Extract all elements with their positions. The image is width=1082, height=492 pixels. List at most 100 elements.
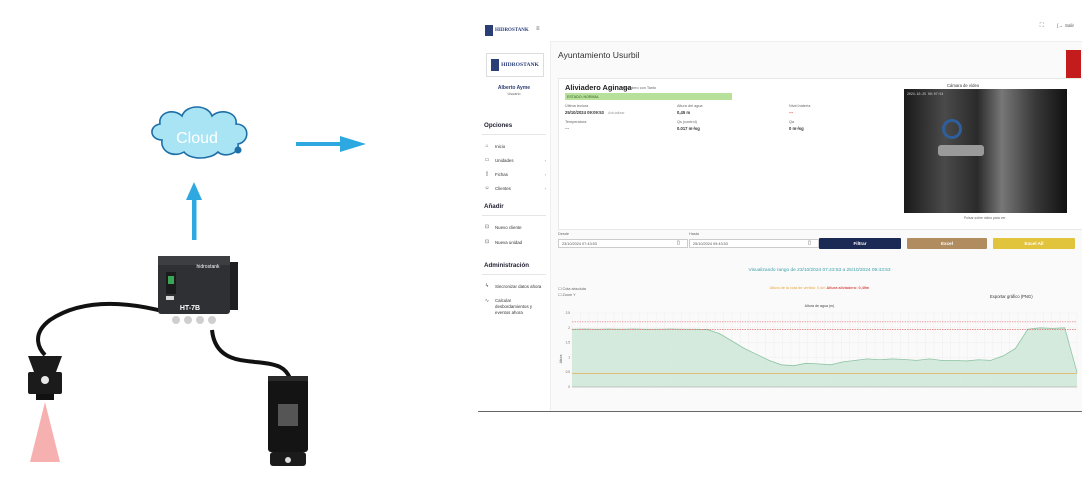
field-label-qa: Qa (789, 120, 795, 124)
field-value-qs: 0.017 m³/sg (677, 126, 700, 131)
y-tick-label: 2.5 (566, 311, 571, 315)
threshold-orange-text: Altura de la cota de vertido: 0,4m (769, 286, 826, 290)
field-label-altura: Altura del agua (677, 104, 703, 108)
data-point (891, 358, 893, 360)
system-illustration: Cloud hidrostank HT-7B (28, 106, 366, 466)
checkbox-label: Cota absoluta (562, 287, 586, 291)
data-point (1076, 371, 1078, 373)
to-label: Hasta (689, 232, 699, 236)
excel-all-button[interactable]: Excel All (993, 238, 1075, 249)
calendar-icon[interactable]: ▯ (808, 240, 811, 246)
calendar-icon[interactable]: ▯ (677, 240, 680, 246)
data-point (793, 365, 795, 367)
sidebar-item-label: Nuevo cliente (495, 224, 522, 230)
device-model: HT-7B (180, 305, 200, 312)
refresh-link[interactable]: Actualizar (608, 111, 625, 115)
data-point (978, 359, 979, 361)
admin-heading: Administración (484, 262, 530, 269)
sidebar-item-calc[interactable]: ∿ Calcular desbordamientos y eventos ahor… (484, 298, 546, 316)
to-date-input[interactable]: 25/10/2024 09:43:53 (689, 239, 819, 248)
users-icon: ☺ (484, 185, 490, 191)
data-point (817, 363, 819, 365)
radar-sensor (28, 356, 62, 400)
data-point (756, 354, 758, 355)
exit-label: Salir (1064, 23, 1074, 28)
y-axis-label: Altura (559, 354, 563, 363)
sidebar-item-label: Unidades (495, 157, 514, 163)
building-logo-icon (491, 59, 500, 71)
camera-video[interactable]: 2024-10-25 09:07:54 (904, 89, 1067, 213)
up-arrow-icon (186, 182, 202, 240)
file-icon: ▯ (485, 171, 489, 177)
logout-icon: [→ (1057, 23, 1063, 28)
water-height-chart: 0 0.5 1 1.5 2 2.5 Altura (559, 311, 1078, 389)
sidebar-item-inicio[interactable]: ⌂ Inicio (484, 143, 546, 149)
sidebar-logo: HIDROSTANK (486, 53, 544, 77)
sidebar-item-label: Clientes (495, 185, 511, 191)
field-label-bateria: Nivel batería (789, 104, 811, 108)
sidebar-item-label: Calcular desbordamientos y eventos ahora (495, 298, 533, 315)
data-point (719, 333, 721, 335)
field-value-qa: 0 m³/sg (789, 126, 804, 131)
sidebar-item-sync[interactable]: ϟ Sincronizar datos ahora (484, 283, 546, 289)
sidebar-item-clientes[interactable]: ☺ Clientes › (484, 185, 546, 191)
data-point (842, 361, 844, 363)
menu-toggle-icon[interactable]: ≡ (536, 26, 540, 32)
camera-caption: Pulsar sobre video para ver (964, 216, 1006, 220)
sidebar-item-label: Sincronizar datos ahora (495, 283, 542, 289)
export-png-button[interactable]: Exportar gráfico (PNG) (990, 294, 1033, 299)
fullscreen-icon[interactable]: ⛶ (1040, 23, 1044, 30)
top-logo: HIDROSTANK (485, 22, 531, 38)
unit-subtitle: Aliviadero con Tanto (622, 86, 657, 90)
field-label-temperatura: Temperatura (565, 120, 587, 124)
unit-card: Aliviadero Aginaga Aliviadero con Tanto … (558, 78, 1082, 230)
data-point (1002, 355, 1004, 357)
data-point (879, 359, 881, 361)
right-arrow-icon (296, 136, 366, 152)
data-point (744, 348, 745, 349)
status-badge: ESTADO: NORMAL (565, 93, 732, 100)
field-value-ultima-lectura: 25/10/2024 09:09:53 (565, 110, 604, 115)
data-point (990, 359, 992, 361)
data-point (1064, 327, 1066, 329)
filter-button[interactable]: Filtrar (819, 238, 901, 249)
checkbox-zoom-y[interactable]: ☐ Zoom Y (558, 292, 576, 297)
data-point (928, 358, 930, 360)
excel-button[interactable]: Excel (907, 238, 987, 249)
page-title: Ayuntamiento Usurbil (558, 50, 640, 60)
field-value-temperatura: --- (565, 126, 570, 131)
data-point (867, 358, 869, 360)
checkbox-label: Zoom Y (562, 293, 576, 297)
data-point (941, 359, 942, 361)
data-logger-device: hidrostank HT-7B (158, 256, 238, 324)
data-point (916, 359, 918, 361)
valve-wheel-icon (942, 119, 962, 139)
lock-icon: ⊡ (484, 224, 490, 230)
sidebar-item-nuevo-cliente[interactable]: ⊡ Nuevo cliente (484, 224, 546, 230)
data-point (1051, 327, 1053, 329)
home-icon: ⌂ (485, 143, 489, 149)
data-point (768, 359, 770, 361)
y-tick-label: 1.5 (566, 341, 571, 345)
data-point (608, 328, 610, 330)
sidebar-item-fichas[interactable]: ▯ Fichas › (484, 171, 546, 177)
from-date-input[interactable]: 23/10/2024 07:43:53 (558, 239, 688, 248)
sidebar-logo-text: HIDROSTANK (501, 62, 539, 68)
sidebar-item-unidades[interactable]: ▭ Unidades › (484, 157, 546, 163)
data-point (830, 364, 832, 366)
chart-y-ticks: 0 0.5 1 1.5 2 2.5 (566, 311, 571, 389)
exit-button[interactable]: [→ Salir (1057, 23, 1074, 28)
sensor-cable-left (36, 301, 167, 357)
cloud-label: Cloud (176, 130, 218, 147)
sidebar-item-nueva-unidad[interactable]: ⊡ Nueva unidad (484, 239, 546, 245)
field-label-qs: Qs (control) (677, 120, 697, 124)
user-name[interactable]: Alberto Ayme (478, 85, 550, 91)
checkbox-cota-absoluta[interactable]: ☐ Cota absoluta (558, 286, 586, 291)
threshold-legend: Altura de la cota de vertido: 0,4m Altur… (558, 286, 1081, 290)
camera-title: Cámara de vídeo (947, 83, 980, 88)
sidebar-item-label: Inicio (495, 143, 506, 149)
chevron-right-icon: › (544, 185, 546, 191)
sidebar: HIDROSTANK ≡ HIDROSTANK Alberto Ayme Usu… (478, 14, 551, 411)
user-role: Usuario (507, 92, 521, 96)
pipe-shape (938, 145, 984, 156)
